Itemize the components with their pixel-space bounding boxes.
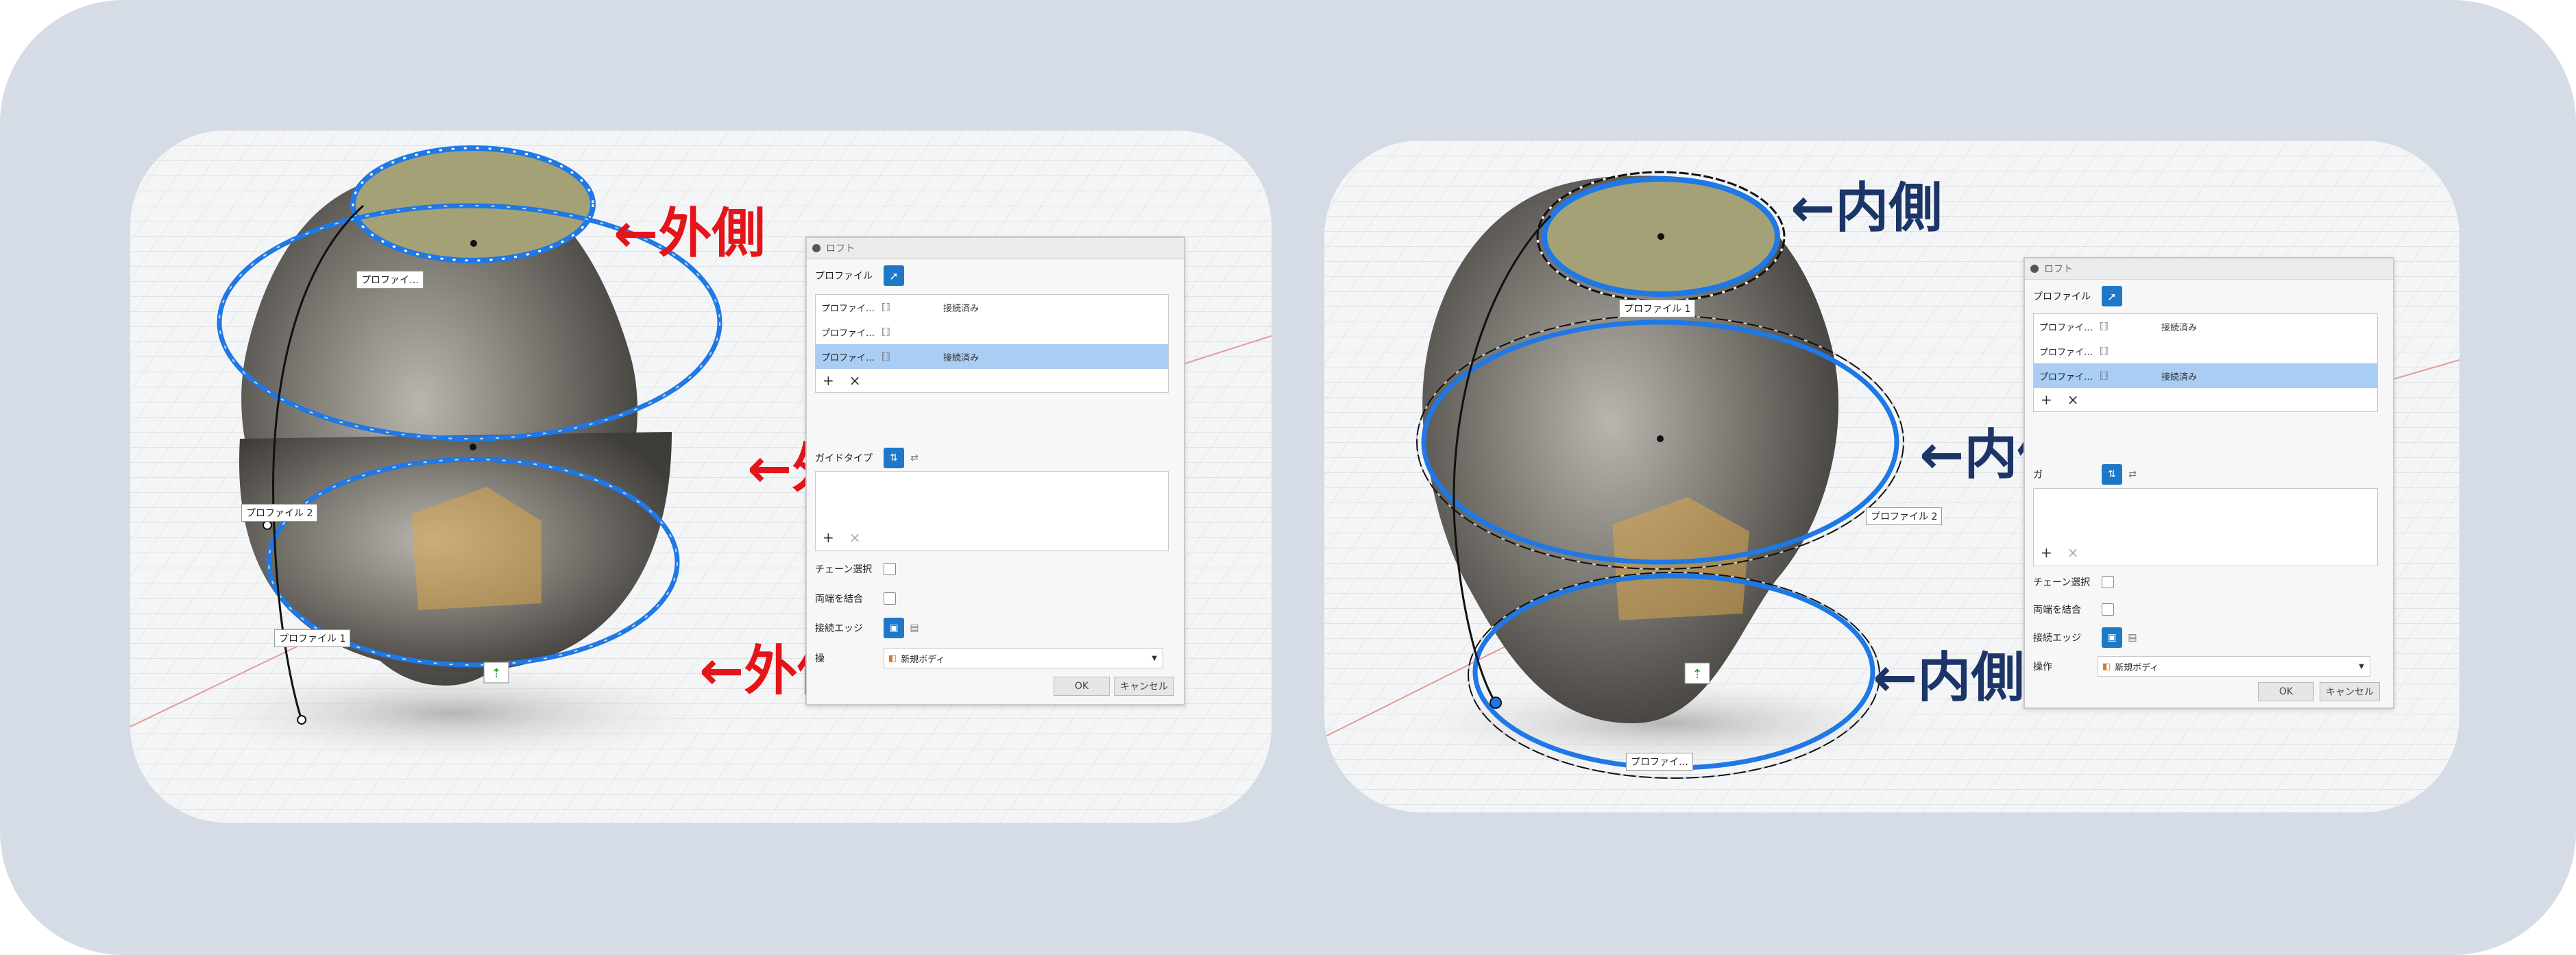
loft-dialog[interactable]: ロフト プロファイル ➚ プロファイ… ⟦⟧ 接続済み プロファイ… ⟦⟧ プロ [805,237,1185,705]
tangent-merge-button[interactable]: ▣ [2102,627,2122,648]
new-body-icon: ◧ [2102,661,2111,672]
profile-table[interactable]: プロファイ… ⟦⟧ 接続済み プロファイ… ⟦⟧ プロファイ… ⟦⟧ 接続済み … [2033,313,2378,412]
guide-rail-type-button[interactable]: ⇅ [884,448,904,468]
profile-tag-bottom[interactable]: プロファイ… [1626,753,1693,771]
table-row[interactable]: プロファイ… ⟦⟧ 接続済み [816,295,1168,319]
chain-select-checkbox[interactable] [2102,576,2114,588]
add-icon[interactable]: + [823,372,834,389]
outer-frame: ⇡ プロファイ… プロファイル 2 プロファイル 1 ←外側 ←外側 ←外側 ロ… [0,0,2576,955]
ok-button[interactable]: OK [2258,682,2314,701]
dialog-titlebar[interactable]: ロフト [807,238,1184,259]
chevron-down-icon: ▼ [1152,654,1157,662]
merge-ends-checkbox[interactable] [884,592,896,605]
operation-dropdown[interactable]: ◧ 新規ボディ ▼ [884,648,1163,668]
collapse-icon[interactable] [812,244,821,252]
chain-select-checkbox[interactable] [884,563,896,575]
operation-dropdown[interactable]: ◧ 新規ボディ ▼ [2098,656,2370,677]
remove-icon: × [849,529,861,546]
profile-icon: ⟦⟧ [2100,321,2109,332]
svg-text:⇡: ⇡ [1692,667,1702,681]
callout-outer-top: ←外側 [613,203,766,265]
merge-ends-label: 両端を結合 [815,594,863,605]
profile-icon: ⟦⟧ [882,302,890,313]
loft-dialog[interactable]: ロフト プロファイル ➚ プロファイ… ⟦⟧ 接続済み プロファイ… ⟦⟧ プロ [2024,257,2394,709]
profile-tag-1[interactable]: プロファイル 1 [274,629,351,647]
operation-label: 操作 [2033,662,2052,673]
add-icon[interactable]: + [823,529,834,546]
dialog-title: ロフト [2044,264,2073,275]
chain-select-label: チェーン選択 [815,564,873,575]
centerline-type-button[interactable]: ⇄ [2122,464,2143,485]
guide-table[interactable]: + × [2033,488,2378,566]
profile-tag-1[interactable]: プロファイル 1 [1619,300,1696,317]
collapse-icon[interactable] [2030,265,2039,273]
cancel-button[interactable]: キャンセル [1114,677,1174,696]
remove-icon[interactable]: × [849,372,861,389]
tangent-keep-button[interactable]: ▤ [904,618,925,638]
profile-select-button[interactable]: ➚ [2102,286,2122,306]
profile-select-button[interactable]: ➚ [884,265,904,286]
profile-label: プロファイル [2033,291,2091,302]
remove-icon: × [2067,544,2079,561]
cancel-button[interactable]: キャンセル [2320,682,2380,701]
add-icon[interactable]: + [2041,391,2052,408]
table-row[interactable]: プロファイ… ⟦⟧ 接続済み [2034,363,2377,388]
profile-label: プロファイル [815,271,873,282]
guide-type-label: ガ [2033,470,2043,481]
profile-icon: ⟦⟧ [882,326,890,337]
tangent-merge-button[interactable]: ▣ [884,618,904,638]
remove-icon[interactable]: × [2067,391,2079,408]
profile-tag-2[interactable]: プロファイル 2 [241,504,318,522]
table-row[interactable]: プロファイ… ⟦⟧ [2034,339,2377,363]
profile-tag-top[interactable]: プロファイ… [356,271,424,289]
tangent-keep-button[interactable]: ▤ [2122,627,2143,648]
centerline-type-button[interactable]: ⇄ [904,448,925,468]
profile-icon: ⟦⟧ [882,351,890,362]
svg-text:⇡: ⇡ [491,666,501,681]
merge-ends-label: 両端を結合 [2033,605,2081,616]
tangent-edges-label: 接続エッジ [815,623,863,634]
callout-inner-bottom: ←内側 [1873,647,2025,709]
right-viewport[interactable]: ⇡ プロファイル 1 プロファイル 2 プロファイ… ←内側 ←内側 ←内側 ロ… [1324,141,2459,812]
operation-label: 操 [815,653,825,664]
tangent-edges-label: 接続エッジ [2033,633,2081,644]
profile-table[interactable]: プロファイ… ⟦⟧ 接続済み プロファイ… ⟦⟧ プロファイ… ⟦⟧ 接続済み … [815,294,1169,393]
add-icon[interactable]: + [2041,544,2052,561]
left-viewport[interactable]: ⇡ プロファイ… プロファイル 2 プロファイル 1 ←外側 ←外側 ←外側 ロ… [130,130,1272,823]
profile-icon: ⟦⟧ [2100,370,2109,381]
ok-button[interactable]: OK [1054,677,1110,696]
merge-ends-checkbox[interactable] [2102,603,2114,616]
guide-type-label: ガイドタイプ [815,453,873,464]
guide-rail-type-button[interactable]: ⇅ [2102,464,2122,485]
new-body-icon: ◧ [888,653,897,664]
table-row[interactable]: プロファイ… ⟦⟧ 接続済み [816,344,1168,369]
table-row[interactable]: プロファイ… ⟦⟧ 接続済み [2034,314,2377,339]
callout-inner-top: ←内側 [1790,178,1943,239]
chain-select-label: チェーン選択 [2033,577,2091,588]
dialog-title: ロフト [826,243,855,254]
dialog-titlebar[interactable]: ロフト [2025,258,2393,280]
guide-table[interactable]: + × [815,471,1169,551]
table-row[interactable]: プロファイ… ⟦⟧ [816,319,1168,344]
profile-icon: ⟦⟧ [2100,346,2109,356]
profile-tag-2[interactable]: プロファイル 2 [1866,507,1943,525]
chevron-down-icon: ▼ [2359,662,2364,670]
